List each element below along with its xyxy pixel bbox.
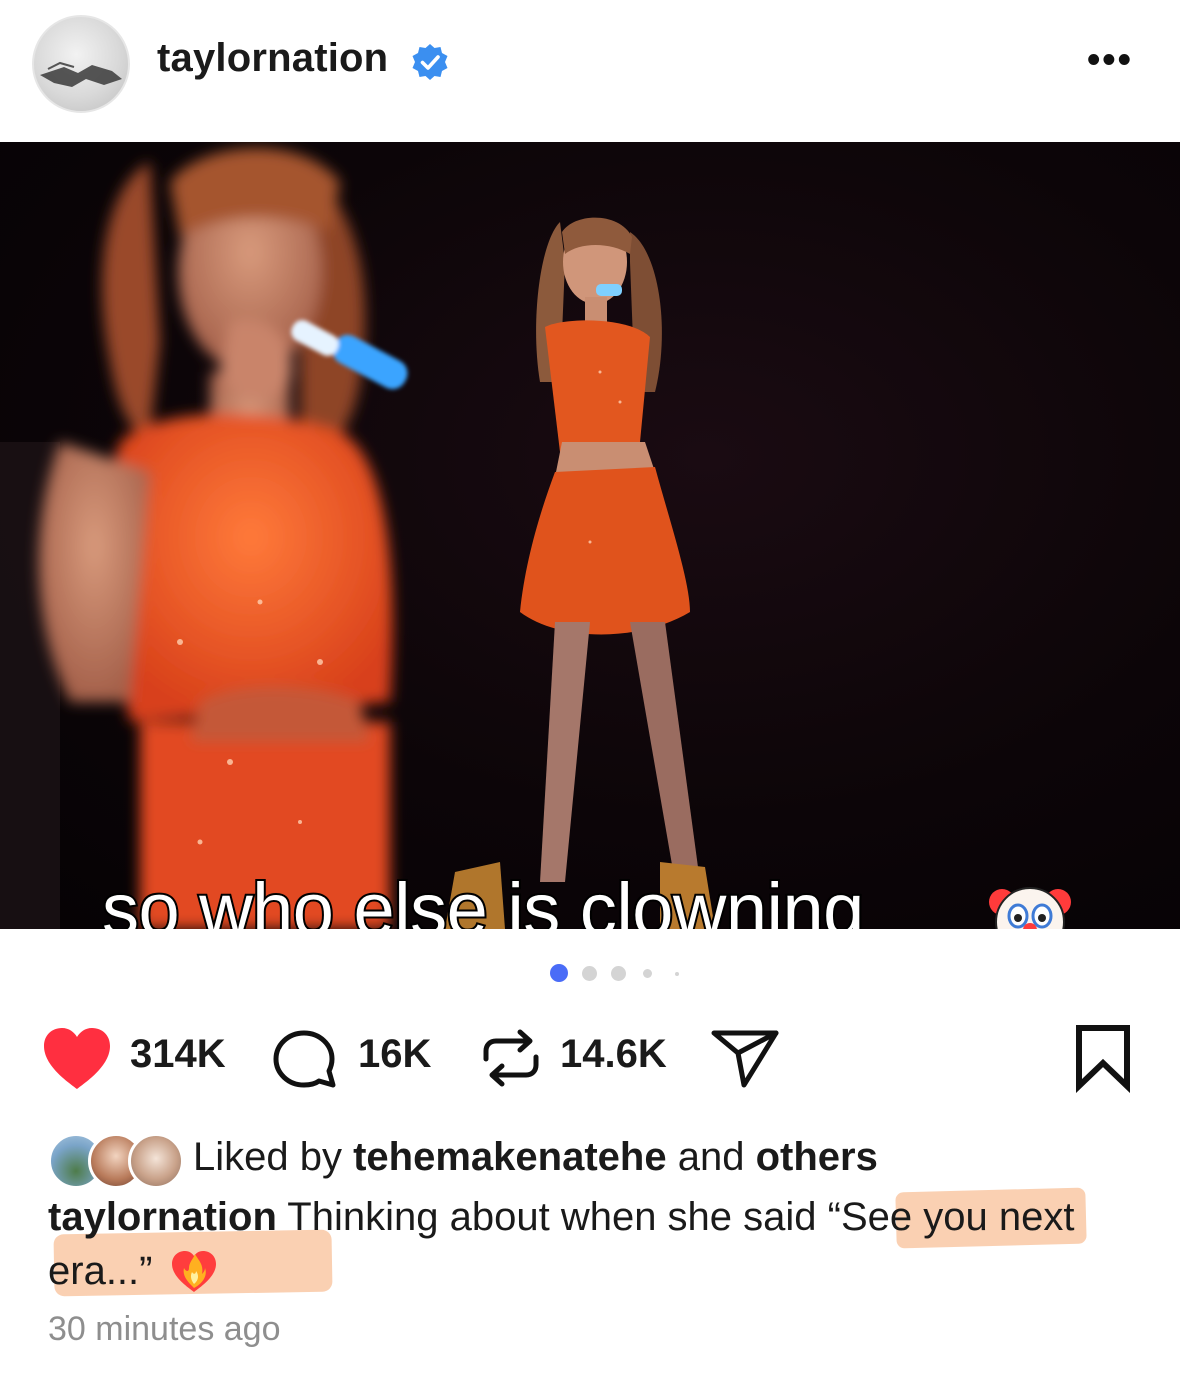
concert-photo	[0, 148, 715, 929]
media-overlay-caption: so who else is clowning	[100, 866, 866, 929]
carousel-dot	[643, 969, 652, 978]
post-media[interactable]: so who else is clowning	[0, 142, 1180, 929]
liked-by-others[interactable]: others	[756, 1135, 878, 1179]
carousel-dot	[611, 966, 626, 981]
share-icon[interactable]	[708, 1027, 782, 1089]
liked-by-row: Liked by tehemakenatehe and others	[48, 1130, 1148, 1190]
author-username[interactable]: taylornation	[157, 36, 388, 81]
action-bar: 314K 16K 14.6K	[0, 1015, 1180, 1095]
caption-username[interactable]: taylornation	[48, 1195, 277, 1239]
carousel-dot-active	[550, 964, 568, 982]
post-caption: taylornation Thinking about when she sai…	[48, 1190, 1128, 1298]
liked-by-text[interactable]: Liked by tehemakenatehe and others	[193, 1135, 878, 1180]
comment-count[interactable]: 16K	[358, 1032, 431, 1077]
verified-badge-icon	[412, 44, 448, 80]
bookmark-icon[interactable]	[1072, 1023, 1134, 1093]
post-header: taylornation •••	[0, 0, 1180, 140]
heart-on-fire-emoji	[172, 1251, 217, 1292]
post-timestamp: 30 minutes ago	[48, 1310, 281, 1348]
repost-count[interactable]: 14.6K	[560, 1032, 667, 1077]
liker-avatar	[128, 1133, 184, 1189]
like-count[interactable]: 314K	[130, 1032, 226, 1077]
liked-by-user[interactable]: tehemakenatehe	[353, 1135, 666, 1179]
repost-icon[interactable]	[478, 1025, 544, 1091]
avatar-image	[40, 61, 122, 87]
comment-icon[interactable]	[272, 1027, 338, 1093]
heart-icon[interactable]	[40, 1025, 114, 1093]
liked-by-prefix: Liked by	[193, 1135, 354, 1179]
caption-text: Thinking about when she said	[276, 1195, 828, 1239]
author-avatar[interactable]	[32, 15, 130, 113]
carousel-dot	[675, 972, 679, 976]
liked-by-and: and	[666, 1135, 756, 1179]
more-options-icon[interactable]: •••	[1087, 41, 1133, 79]
clown-face-emoji	[989, 887, 1071, 929]
carousel-dot	[582, 966, 597, 981]
